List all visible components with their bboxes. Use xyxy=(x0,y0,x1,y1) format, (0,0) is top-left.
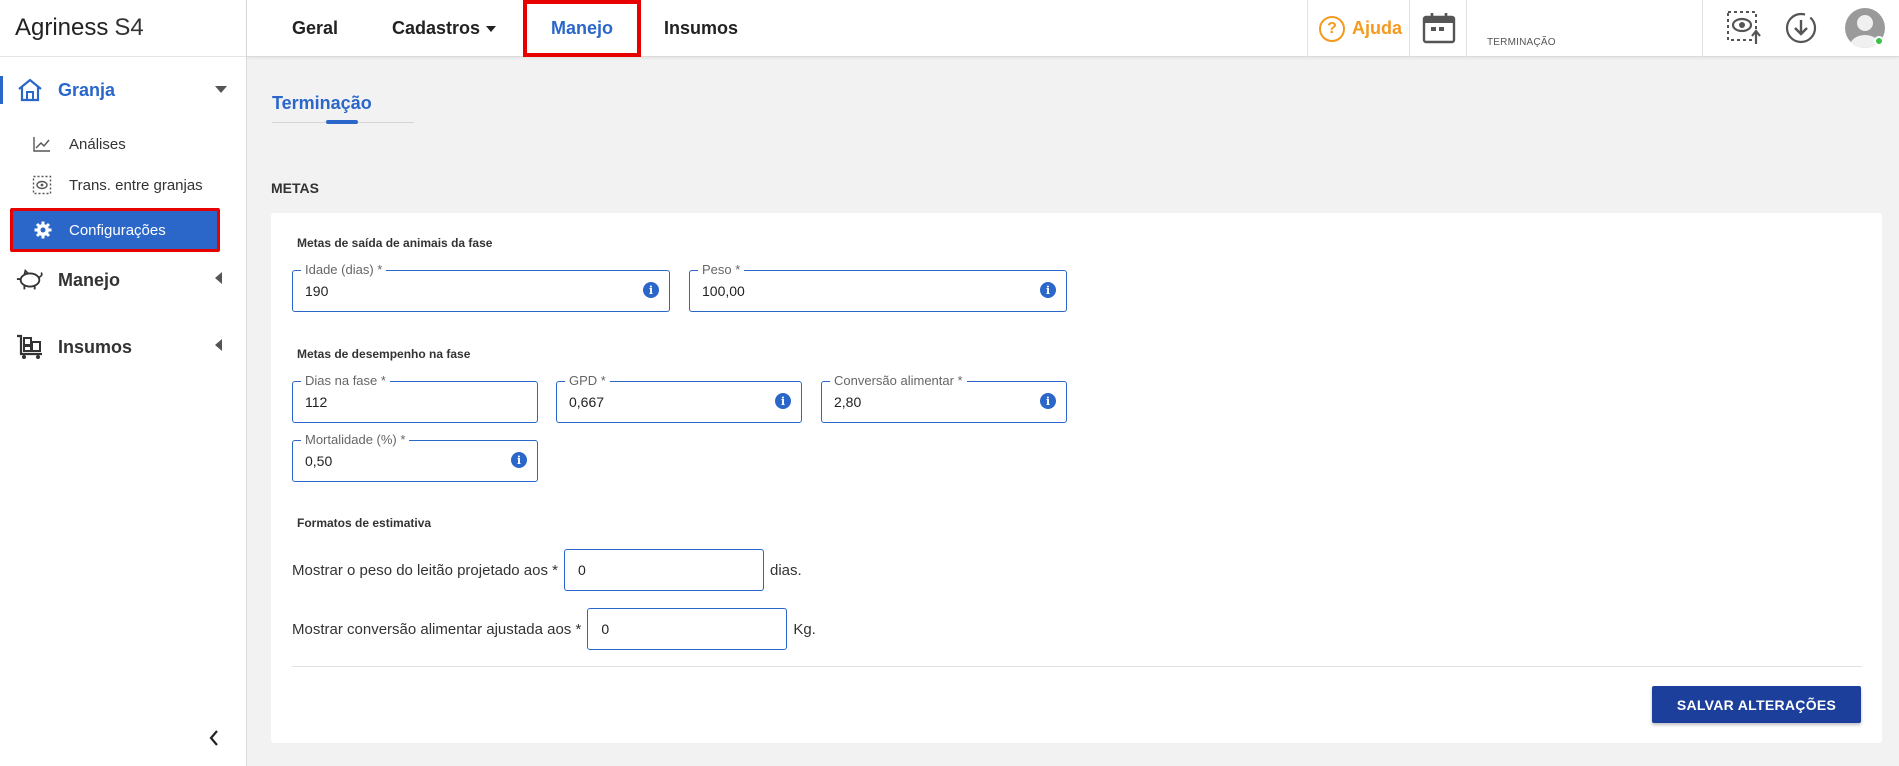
field-value: 2,80 xyxy=(834,394,862,410)
sidebar-item-configuracoes[interactable]: Configurações xyxy=(10,208,220,252)
sidebar-item-label: Análises xyxy=(69,135,126,153)
download-icon[interactable] xyxy=(1782,9,1820,47)
conversao-ajustada-row: Mostrar conversão alimentar ajustada aos… xyxy=(292,608,816,650)
chevron-down-icon xyxy=(215,81,227,99)
chevron-left-icon xyxy=(215,338,223,356)
conversao-alimentar-field[interactable]: Conversão alimentar * 2,80 i xyxy=(821,373,1067,423)
collapse-sidebar-icon[interactable] xyxy=(205,728,223,748)
group-title: Metas de desempenho na fase xyxy=(297,347,471,361)
mortalidade-field[interactable]: Mortalidade (%) * 0,50 i xyxy=(292,432,538,482)
cart-icon xyxy=(16,333,44,361)
sidebar-group-label: Granja xyxy=(58,79,116,100)
sidebar-group-granja[interactable]: Granja xyxy=(0,72,247,108)
field-label: Mortalidade (%) * xyxy=(301,432,410,448)
caret-down-icon xyxy=(486,25,497,32)
group-title: Formatos de estimativa xyxy=(297,516,432,530)
section-title: METAS xyxy=(271,180,319,196)
field-value: 112 xyxy=(305,394,328,410)
sidebar-group-label: Insumos xyxy=(58,336,133,357)
brand-logo[interactable]: Agriness S4 xyxy=(0,0,246,57)
peso-projetado-input[interactable]: 0 xyxy=(564,549,764,591)
sidebar-item-trans-entre-granjas[interactable]: Trans. entre granjas xyxy=(10,167,216,203)
unit-label: Kg. xyxy=(793,620,816,638)
tab-terminacao[interactable]: Terminação xyxy=(272,93,372,114)
divider xyxy=(1466,0,1467,57)
peso-field[interactable]: Peso * 100,00 i xyxy=(689,262,1067,312)
phase-label: TERMINAÇÃO xyxy=(1487,37,1556,48)
info-icon[interactable]: i xyxy=(643,282,659,298)
field-label: Dias na fase * xyxy=(301,373,390,389)
help-button[interactable]: ? Ajuda xyxy=(1319,0,1402,57)
tab-label: Insumos xyxy=(664,18,739,38)
transfer-icon xyxy=(32,175,52,195)
chevron-left-icon xyxy=(215,271,223,289)
info-icon[interactable]: i xyxy=(775,393,791,409)
row-label: Mostrar conversão alimentar ajustada aos… xyxy=(292,620,582,638)
row-label: Mostrar o peso do leitão projetado aos * xyxy=(292,561,558,579)
sidebar-item-label: Configurações xyxy=(69,221,166,239)
info-icon[interactable]: i xyxy=(511,452,527,468)
metas-card: Metas de saída de animais da fase Idade … xyxy=(271,213,1882,743)
tab-manejo[interactable]: Manejo xyxy=(523,0,641,57)
home-icon xyxy=(16,76,44,104)
tab-label: Cadastros xyxy=(392,18,481,38)
tab-active-indicator xyxy=(326,120,358,124)
calendar-icon[interactable] xyxy=(1422,12,1456,44)
tab-label: Manejo xyxy=(550,18,613,38)
brand-product: S4 xyxy=(114,14,144,41)
sidebar-group-label: Manejo xyxy=(58,269,121,290)
field-label: GPD * xyxy=(565,373,610,389)
divider xyxy=(1307,0,1308,57)
unit-label: dias. xyxy=(770,561,802,579)
chart-line-icon xyxy=(32,134,52,154)
sidebar-group-manejo[interactable]: Manejo xyxy=(0,262,247,298)
save-button[interactable]: SALVAR ALTERAÇÕES xyxy=(1652,686,1861,723)
field-value: 0,50 xyxy=(305,453,333,469)
field-label: Conversão alimentar * xyxy=(830,373,967,389)
group-title: Metas de saída de animais da fase xyxy=(297,236,493,250)
top-navbar: Geral Cadastros Manejo Insumos ? Ajuda T… xyxy=(247,0,1899,57)
remote-access-icon[interactable] xyxy=(1725,9,1763,47)
sidebar-group-insumos[interactable]: Insumos xyxy=(0,329,247,365)
field-label: Peso * xyxy=(698,262,745,278)
tab-insumos[interactable]: Insumos xyxy=(664,0,738,57)
tab-geral[interactable]: Geral xyxy=(292,0,338,57)
gear-icon xyxy=(33,220,53,240)
sidebar-item-label: Trans. entre granjas xyxy=(69,176,203,194)
info-icon[interactable]: i xyxy=(1040,282,1056,298)
tab-cadastros[interactable]: Cadastros xyxy=(392,0,497,57)
gpd-field[interactable]: GPD * 0,667 i xyxy=(556,373,802,423)
field-value: 190 xyxy=(305,283,329,299)
brand-name: Agriness xyxy=(15,14,109,41)
online-status-icon xyxy=(1874,36,1884,46)
field-label: Idade (dias) * xyxy=(301,262,387,278)
sidebar: Agriness S4 Granja Análises Trans. entre… xyxy=(0,0,247,766)
conversao-ajustada-input[interactable]: 0 xyxy=(587,608,788,650)
help-label: Ajuda xyxy=(1352,18,1403,38)
divider xyxy=(1702,0,1703,57)
pig-icon xyxy=(16,266,44,294)
field-value: 100,00 xyxy=(702,283,745,299)
tab-label: Geral xyxy=(292,18,339,38)
sidebar-item-analises[interactable]: Análises xyxy=(10,126,216,162)
peso-projetado-row: Mostrar o peso do leitão projetado aos *… xyxy=(292,549,802,591)
question-circle-icon: ? xyxy=(1319,15,1345,42)
info-icon[interactable]: i xyxy=(1040,393,1056,409)
dias-na-fase-field[interactable]: Dias na fase * 112 xyxy=(292,373,538,423)
divider xyxy=(1409,0,1410,57)
field-value: 0,667 xyxy=(569,394,605,410)
idade-dias-field[interactable]: Idade (dias) * 190 i xyxy=(292,262,670,312)
divider xyxy=(292,666,1862,667)
